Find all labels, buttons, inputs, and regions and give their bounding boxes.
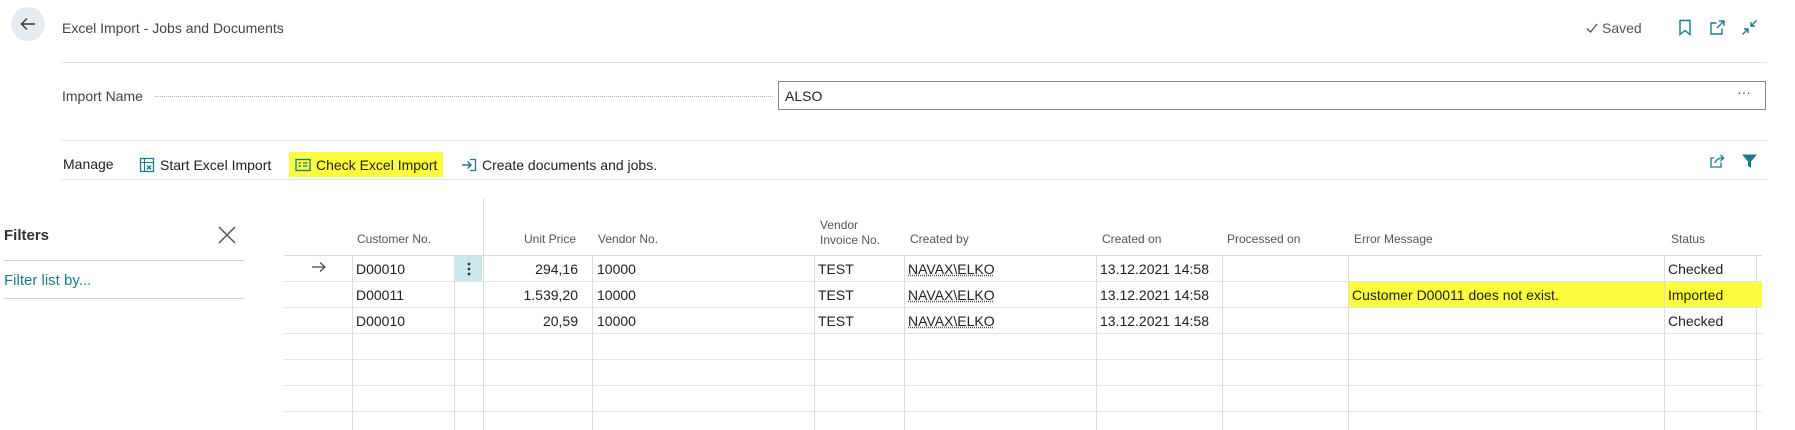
col-header-created-by[interactable]: Created by: [910, 232, 969, 247]
back-button[interactable]: [11, 7, 45, 41]
grid-col-line: [904, 255, 905, 430]
close-icon: [218, 226, 236, 244]
grid-col-line: [592, 255, 593, 430]
check-excel-import-button[interactable]: Check Excel Import: [289, 152, 444, 177]
close-filters-button[interactable]: [216, 224, 238, 246]
cell-created-on[interactable]: 13.12.2021 14:58: [1100, 261, 1209, 277]
grid-col-line: [454, 255, 455, 430]
field-leader-dots: [155, 96, 773, 97]
arrow-left-icon: [20, 18, 35, 30]
cell-vendor-no[interactable]: 10000: [597, 313, 636, 329]
filter-funnel-icon: [1741, 154, 1757, 168]
grid-row-line: [284, 333, 1762, 334]
create-documents-button[interactable]: Create documents and jobs.: [455, 152, 663, 177]
grid-col-line: [814, 255, 815, 430]
cell-created-on[interactable]: 13.12.2021 14:58: [1100, 287, 1209, 303]
grid-row-line: [284, 359, 1762, 360]
cell-created-by[interactable]: NAVAX\ELKO: [908, 261, 995, 277]
filters-title: Filters: [4, 227, 50, 244]
cell-vendor-invoice[interactable]: TEST: [818, 261, 854, 277]
grid-row-line: [284, 385, 1762, 386]
share-icon: [1709, 154, 1724, 168]
cell-created-on[interactable]: 13.12.2021 14:58: [1100, 313, 1209, 329]
grid-row-line: [284, 411, 1762, 412]
grid-col-line: [1222, 255, 1223, 430]
import-name-lookup-button[interactable]: ···: [1737, 84, 1751, 100]
cell-status[interactable]: Imported: [1668, 287, 1723, 303]
check-list-icon: [295, 158, 311, 171]
filters-divider-bottom: [4, 298, 244, 299]
cell-vendor-invoice[interactable]: TEST: [818, 287, 854, 303]
arrow-into-icon: [462, 158, 477, 171]
cell-unit-price[interactable]: 1.539,20: [524, 287, 579, 303]
create-documents-label: Create documents and jobs.: [482, 156, 658, 173]
current-row-indicator: [311, 260, 327, 279]
col-header-vendor-invoice-line2: Invoice No.: [820, 233, 881, 247]
excel-import-icon: [139, 157, 155, 172]
grid-col-line: [1096, 255, 1097, 430]
open-new-window-icon: [1709, 19, 1725, 35]
cell-created-by[interactable]: NAVAX\ELKO: [908, 313, 995, 329]
collapse-icon: [1741, 19, 1757, 35]
actionbar-bottom-divider: [62, 179, 1767, 180]
more-vertical-icon: [467, 262, 470, 275]
col-header-processed-on[interactable]: Processed on: [1227, 232, 1300, 247]
arrow-right-icon: [312, 262, 326, 272]
cell-vendor-invoice[interactable]: TEST: [818, 313, 854, 329]
cell-error-message[interactable]: Customer D00011 does not exist.: [1352, 287, 1559, 303]
cell-vendor-no[interactable]: 10000: [597, 287, 636, 303]
bookmark-button[interactable]: [1675, 17, 1695, 37]
checkmark-icon: [1586, 23, 1598, 33]
start-excel-import-button[interactable]: Start Excel Import: [133, 152, 277, 177]
cell-vendor-no[interactable]: 10000: [597, 261, 636, 277]
col-header-status[interactable]: Status: [1671, 232, 1705, 247]
cell-unit-price[interactable]: 20,59: [543, 313, 578, 329]
actionbar-top-divider: [62, 140, 1767, 141]
check-excel-import-label: Check Excel Import: [316, 156, 438, 173]
grid-frozen-divider: [483, 198, 484, 430]
filter-list-link[interactable]: Filter list by...: [4, 272, 91, 289]
manage-menu[interactable]: Manage: [63, 156, 114, 172]
cell-status[interactable]: Checked: [1668, 261, 1723, 277]
share-button[interactable]: [1707, 151, 1727, 171]
col-header-unit-price[interactable]: Unit Price: [524, 232, 576, 247]
col-header-created-on[interactable]: Created on: [1102, 232, 1161, 247]
import-name-input[interactable]: [778, 81, 1766, 110]
saved-status: Saved: [1585, 20, 1642, 36]
import-name-label: Import Name: [62, 88, 143, 104]
cell-unit-price[interactable]: 294,16: [535, 261, 578, 277]
cell-customer-no[interactable]: D00010: [356, 313, 405, 329]
page-title: Excel Import - Jobs and Documents: [62, 20, 284, 36]
start-excel-import-label: Start Excel Import: [160, 156, 272, 173]
cell-status[interactable]: Checked: [1668, 313, 1723, 329]
row-actions-button[interactable]: [455, 256, 482, 281]
cell-customer-no[interactable]: D00011: [356, 287, 404, 303]
cell-created-by[interactable]: NAVAX\ELKO: [908, 287, 995, 303]
open-new-window-button[interactable]: [1707, 17, 1727, 37]
filter-toggle-button[interactable]: [1739, 151, 1759, 171]
col-header-vendor-invoice-no[interactable]: Vendor Invoice No.: [820, 218, 880, 248]
col-header-error-message[interactable]: Error Message: [1354, 232, 1433, 247]
saved-label: Saved: [1602, 20, 1642, 36]
filters-divider-top: [4, 260, 244, 261]
grid-col-line: [352, 255, 353, 430]
bookmark-icon: [1679, 19, 1691, 36]
collapse-button[interactable]: [1739, 17, 1759, 37]
grid-header-line: [284, 255, 1762, 256]
cell-customer-no[interactable]: D00010: [356, 261, 405, 277]
header-divider: [62, 62, 1767, 63]
col-header-vendor-invoice-line1: Vendor: [820, 218, 859, 232]
col-header-vendor-no[interactable]: Vendor No.: [598, 232, 658, 247]
col-header-customer-no[interactable]: Customer No.: [357, 232, 431, 247]
grid-row-line: [284, 307, 1762, 308]
